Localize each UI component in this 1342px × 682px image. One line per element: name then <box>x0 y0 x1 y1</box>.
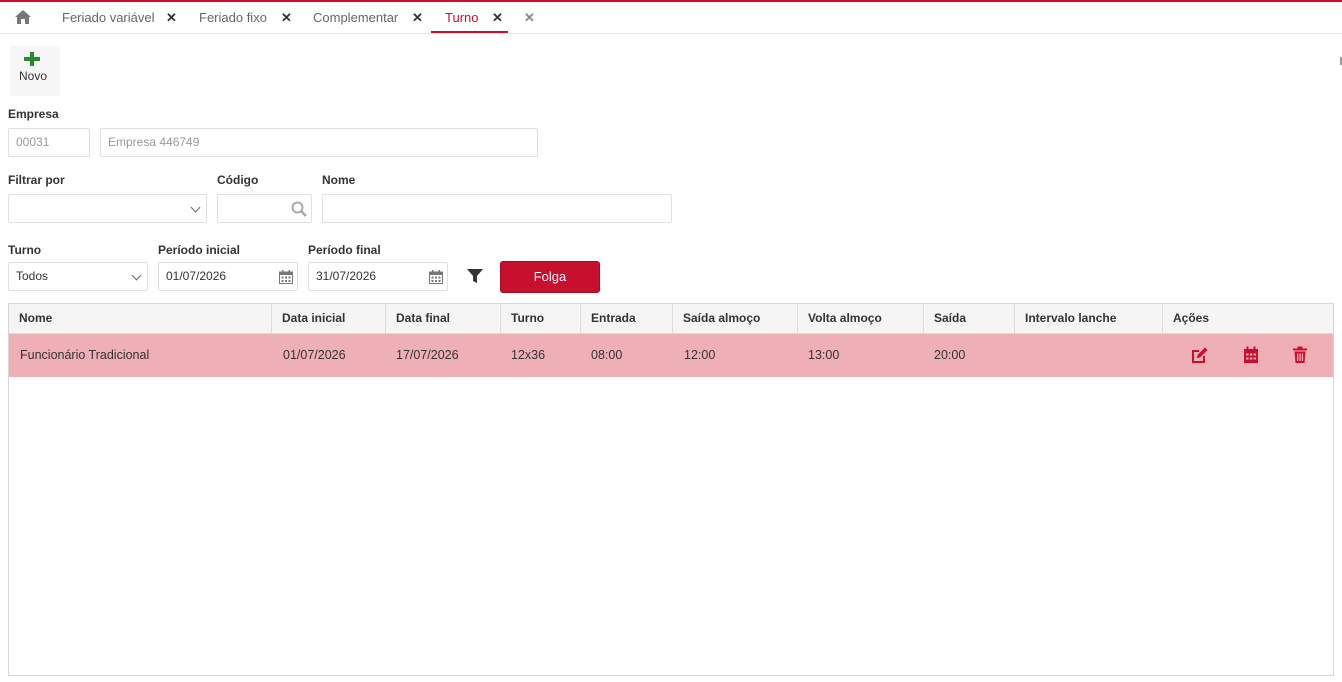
cell-entrada: 08:00 <box>591 348 623 362</box>
column-header[interactable]: Turno <box>500 304 580 333</box>
column-header[interactable]: Data inicial <box>271 304 385 333</box>
column-header: Ações <box>1162 304 1333 333</box>
periodo-inicial-value: 01/07/2026 <box>166 269 227 283</box>
tab-label: Feriado fixo <box>199 10 267 25</box>
close-icon[interactable]: ✕ <box>166 2 177 33</box>
close-icon[interactable]: ✕ <box>492 2 503 33</box>
filter-icon[interactable] <box>466 267 484 285</box>
cell-saida-almoco: 12:00 <box>684 348 716 362</box>
trash-icon[interactable] <box>1291 346 1309 364</box>
tab-label: Turno <box>445 10 479 25</box>
calendar-icon[interactable] <box>429 270 443 284</box>
turno-label: Turno <box>8 243 42 257</box>
new-button-label: Novo <box>18 69 47 83</box>
folga-button[interactable]: Folga <box>500 261 600 293</box>
calendar-icon[interactable] <box>279 270 293 284</box>
close-icon[interactable]: ✕ <box>281 2 292 33</box>
empresa-label: Empresa <box>8 107 59 121</box>
tab-feriado-variavel[interactable]: Feriado variável ✕ <box>62 2 182 33</box>
tab-bar: Feriado variável ✕ Feriado fixo ✕ Comple… <box>0 2 1342 34</box>
nome-label: Nome <box>322 173 356 187</box>
turno-table: Nome Data inicial Data final Turno Entra… <box>8 303 1334 676</box>
periodo-final-label: Período final <box>308 243 381 257</box>
cell-saida: 20:00 <box>934 348 966 362</box>
empresa-name-field[interactable]: Empresa 446749 <box>100 128 538 157</box>
cell-data-final: 17/07/2026 <box>396 348 459 362</box>
turno-select[interactable]: Todos <box>8 262 148 291</box>
close-all-icon[interactable]: ✕ <box>524 2 535 33</box>
column-header[interactable]: Data final <box>385 304 500 333</box>
periodo-inicial-label: Período inicial <box>158 243 241 257</box>
codigo-search-field[interactable] <box>217 194 312 223</box>
tab-feriado-fixo[interactable]: Feriado fixo ✕ <box>199 2 294 33</box>
cell-intervalo-lanche <box>1014 334 1162 377</box>
search-icon[interactable] <box>291 201 307 217</box>
cell-turno: 12x36 <box>511 348 546 362</box>
filtrar-por-select[interactable] <box>8 194 207 223</box>
edit-icon[interactable] <box>1190 346 1208 364</box>
turno-select-value: Todos <box>16 269 49 283</box>
home-icon[interactable] <box>14 9 32 25</box>
table-header: Nome Data inicial Data final Turno Entra… <box>9 304 1333 334</box>
column-header[interactable]: Volta almoço <box>797 304 923 333</box>
nome-field[interactable] <box>322 194 672 223</box>
periodo-inicial-field[interactable]: 01/07/2026 <box>158 262 298 291</box>
tab-turno[interactable]: Turno ✕ <box>431 2 508 33</box>
chevron-down-icon <box>131 270 142 281</box>
cell-nome: Funcionário Tradicional <box>20 348 150 362</box>
chevron-down-icon <box>190 202 201 213</box>
cell-volta-almoco: 13:00 <box>808 348 840 362</box>
column-header[interactable]: Intervalo lanche <box>1014 304 1162 333</box>
new-button[interactable]: Novo <box>10 46 60 96</box>
tab-label: Feriado variável <box>62 10 155 25</box>
tab-complementar[interactable]: Complementar ✕ <box>313 2 428 33</box>
empresa-code-field[interactable]: 00031 <box>8 128 90 157</box>
column-header[interactable]: Entrada <box>580 304 672 333</box>
calendar-icon[interactable] <box>1242 346 1260 364</box>
close-icon[interactable]: ✕ <box>412 2 423 33</box>
filtrar-por-label: Filtrar por <box>8 173 65 187</box>
column-header[interactable]: Nome <box>9 304 271 333</box>
periodo-final-field[interactable]: 31/07/2026 <box>308 262 448 291</box>
column-header[interactable]: Saída <box>923 304 1014 333</box>
periodo-final-value: 31/07/2026 <box>316 269 377 283</box>
table-row[interactable]: Funcionário Tradicional 01/07/2026 17/07… <box>9 334 1333 377</box>
tab-label: Complementar <box>313 10 399 25</box>
column-header[interactable]: Saída almoço <box>672 304 797 333</box>
plus-icon <box>24 52 42 70</box>
cell-data-inicial: 01/07/2026 <box>283 348 346 362</box>
codigo-label: Código <box>217 173 259 187</box>
